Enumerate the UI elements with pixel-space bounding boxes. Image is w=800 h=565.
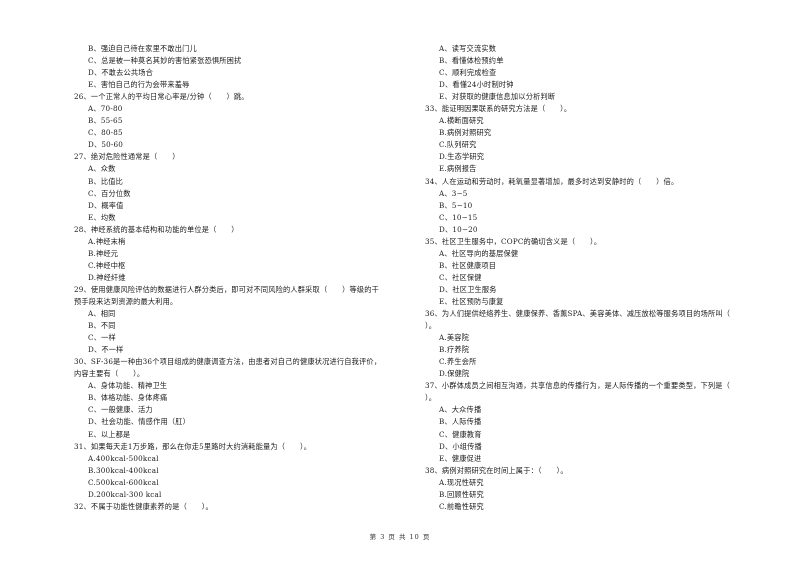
answer-option: E、社区预防与康复 [439,296,504,306]
question-text: 36、为人们提供经络养生、健康保养、香薰SPA、美容美体、减压放松等服务项目的场… [425,309,731,319]
answer-option: D、社会功能、情感作用（肛） [88,417,191,427]
question-text: 37、小群体成员之间相互沟通，共享信息的传播行为，是人际传播的一个重要类型，下列… [425,381,731,391]
answer-option: C、健康教育 [439,429,482,439]
answer-option: E、健康促进 [439,453,482,463]
question-text: ）。 [425,321,437,331]
answer-option: B、不同 [88,321,116,331]
answer-option: C、百分位数 [88,188,131,198]
answer-option: A、社区导向的基层保健 [439,248,519,258]
answer-option: A、相同 [88,309,116,319]
answer-option: A.美容院 [439,333,470,343]
answer-option: A.横断面研究 [439,116,484,126]
answer-option: E、对获取的健康信息加以分析判断 [439,92,556,102]
answer-option: C、社区保健 [439,272,482,282]
answer-option: B.300kcal-400kcal [88,465,159,475]
answer-option: A、众数 [88,164,116,174]
answer-option: D.200kcal-300 kcal [88,489,162,499]
answer-option: B、55-65 [88,116,123,126]
answer-option: B.神经元 [88,248,119,258]
answer-option: D、概率值 [88,200,124,210]
question-text: 38、病例对照研究在时间上属于：（ ）。 [425,465,568,475]
answer-option: A.神经末梢 [88,236,126,246]
question-text: 30、SF-36是一种由36个项目组成的健康调查方法，由患者对自己的健康状况进行… [74,357,382,367]
answer-option: E、以上都是 [88,429,131,439]
answer-option: A.400kcal-500kcal [88,453,159,463]
answer-option: D、不一样 [88,345,124,355]
answer-option: B、人际传播 [439,417,482,427]
question-text: 29、使用健康风险评估的数据进行人群分类后，即可对不同风险的人群采取（ ）等级的… [74,284,380,294]
answer-option: D、看懂24小时制时钟 [439,80,514,90]
answer-option: C、一样 [88,333,116,343]
answer-option: A、大众传播 [439,405,482,415]
answer-option: D、小组传播 [439,441,482,451]
answer-option: C、80-85 [88,128,123,138]
answer-option: D.神经纤维 [88,272,126,282]
question-text: 31、如果每天走1万步路，那么在你走5里路时大约消耗能量为（ ）。 [74,441,312,451]
answer-option: B、比值比 [88,176,124,186]
answer-option: B、看懂体检预约单 [439,56,504,66]
answer-option: D.生态学研究 [439,152,485,162]
answer-option: C、一般健康、活力 [88,405,153,415]
answer-option: B、5−10 [439,200,473,210]
answer-option: D.保健院 [439,369,470,379]
answer-option: A、身体功能、精神卫生 [88,381,168,391]
answer-option: A、读写交流实数 [439,44,497,53]
answer-option: C、总是被一种莫名其妙的害怕紧张恐惧所困扰 [88,56,242,66]
page-footer: 第 3 页 共 10 页 [369,533,431,541]
answer-option: D、50-60 [88,140,124,150]
answer-option: C.前瞻性研究 [439,501,484,511]
answer-option: C、10−15 [439,212,478,222]
question-text: 预手段来达到资源的最大利用。 [74,296,178,306]
question-text: 内容主要有（ ）。 [74,369,145,379]
question-text: ）。 [425,393,437,403]
answer-option: A.现况性研究 [439,477,484,487]
answer-option: D、社区卫生服务 [439,284,497,294]
answer-option: D、不敢去公共场合 [88,68,154,78]
question-text: 28、神经系统的基本结构和功能的单位是（ ） [74,224,239,234]
answer-option: C.队列研究 [439,140,477,150]
question-text: 26、一个正常人的平均日常心率是/分钟（ ）跳。 [74,92,249,102]
answer-option: B.回顾性研究 [439,489,484,499]
answer-option: E.病例报告 [439,164,477,174]
answer-option: D、10−20 [439,224,478,234]
answer-option: E、均数 [88,212,116,222]
question-text: 35、社区卫生服务中，COPC的确切含义是（ ）。 [425,236,602,246]
question-text: 34、人在运动和劳动时，耗氧量显著增加，最多时达到安静时的（ ）倍。 [425,176,679,186]
question-text: 33、能证明因果联系的研究方法是（ ）。 [425,104,572,114]
answer-option: B.疗养院 [439,345,470,355]
question-text: 27、绝对危险性通常是（ ） [74,152,180,162]
answer-option: E、害怕自己的行为会带来羞辱 [88,80,190,90]
right-column: A、读写交流实数 B、看懂体检预约单 C、顺利完成检查 D、看懂24小时制时钟 E、对获… [425,43,770,513]
answer-option: C、顺利完成检查 [439,68,497,78]
answer-option: B、社区健康项目 [439,260,497,270]
answer-option: B.病例对照研究 [439,128,492,138]
question-text: 32、不属于功能性健康素养的是（ ）。 [74,501,213,511]
answer-option: A、3−5 [439,188,468,198]
answer-option: C.养生会所 [439,357,477,367]
answer-option: B、体格功能、身体疼痛 [88,393,168,403]
answer-option: B、强迫自己待在家里不敢出门儿 [88,44,197,53]
answer-option: A、70-80 [88,104,123,114]
left-column: B、强迫自己待在家里不敢出门儿 C、总是被一种莫名其妙的害怕紧张恐惧所困扰 D、不敢… [74,43,419,513]
answer-option: C.神经中枢 [88,260,126,270]
answer-option: C.500kcal-600kcal [88,477,159,487]
